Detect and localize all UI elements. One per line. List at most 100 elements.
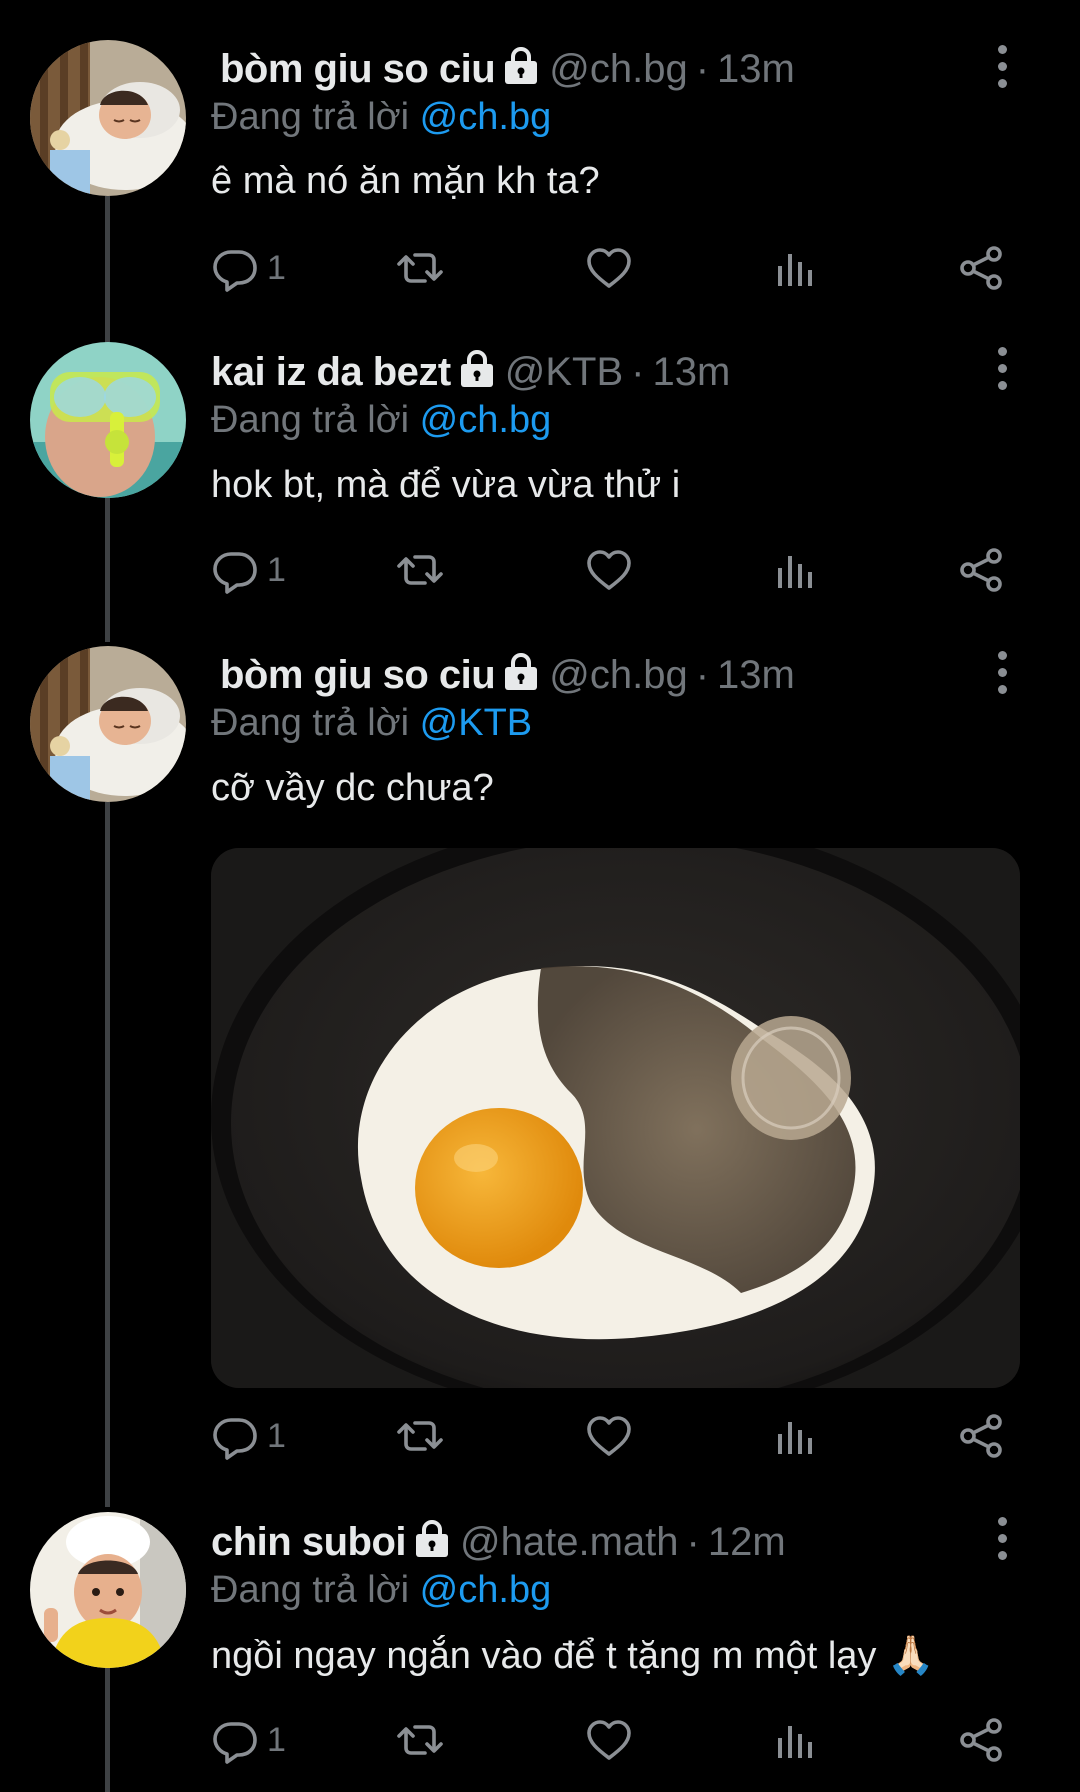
retweet-button[interactable] xyxy=(396,1408,444,1464)
reply-button[interactable]: 1 xyxy=(211,1408,286,1464)
replying-mention[interactable]: @ch.bg xyxy=(420,399,552,441)
views-button[interactable] xyxy=(772,1712,820,1768)
retweet-button[interactable] xyxy=(396,240,444,296)
views-button[interactable] xyxy=(772,1408,820,1464)
share-icon xyxy=(958,1412,1006,1460)
heart-icon xyxy=(585,244,633,292)
retweet-icon xyxy=(396,546,444,594)
views-icon xyxy=(772,1716,820,1764)
share-button[interactable] xyxy=(958,1408,1006,1464)
tweet-header: bòm giu so ciu @ch.bg · 13m xyxy=(211,42,795,98)
views-icon xyxy=(772,546,820,594)
thread-line xyxy=(105,1666,110,1792)
share-button[interactable] xyxy=(958,1712,1006,1768)
action-bar: 1 xyxy=(211,1712,1011,1768)
views-button[interactable] xyxy=(772,542,820,598)
tweet-media-image[interactable] xyxy=(211,848,1020,1388)
more-vertical-icon[interactable] xyxy=(982,340,1022,396)
avatar[interactable] xyxy=(30,40,186,196)
replying-mention[interactable]: @ch.bg xyxy=(420,96,552,138)
share-icon xyxy=(958,244,1006,292)
reply-count: 1 xyxy=(267,1720,286,1759)
lock-icon xyxy=(501,46,541,91)
replying-prefix: Đang trả lời xyxy=(211,702,410,744)
reply-icon xyxy=(211,546,259,594)
display-name[interactable]: chin suboi xyxy=(211,1520,407,1565)
reply-icon xyxy=(211,1412,259,1460)
display-name[interactable]: kai iz da bezt xyxy=(211,350,451,395)
lock-icon xyxy=(412,1519,452,1564)
separator-dot: · xyxy=(695,653,710,697)
reply-button[interactable]: 1 xyxy=(211,542,286,598)
share-icon xyxy=(958,546,1006,594)
more-vertical-icon[interactable] xyxy=(982,1510,1022,1566)
replying-to: Đang trả lời @KTB xyxy=(211,702,532,745)
user-handle[interactable]: @hate.math xyxy=(460,1520,679,1565)
replying-to: Đang trả lời @ch.bg xyxy=(211,96,551,139)
replying-to: Đang trả lời @ch.bg xyxy=(211,1569,551,1612)
reply-icon xyxy=(211,244,259,292)
replying-mention[interactable]: @ch.bg xyxy=(420,1569,552,1611)
retweet-icon xyxy=(396,1412,444,1460)
reply-button[interactable]: 1 xyxy=(211,240,286,296)
like-button[interactable] xyxy=(585,542,633,598)
reply-button[interactable]: 1 xyxy=(211,1712,286,1768)
tweet-text: ngồi ngay ngắn vào để t tặng m một lạy 🙏… xyxy=(211,1635,935,1677)
retweet-icon xyxy=(396,1716,444,1764)
reply-count: 1 xyxy=(267,248,286,287)
action-bar: 1 xyxy=(211,1408,1011,1464)
retweet-button[interactable] xyxy=(396,542,444,598)
lock-icon xyxy=(501,652,541,697)
reply-count: 1 xyxy=(267,550,286,589)
replying-prefix: Đang trả lời xyxy=(211,399,410,441)
more-vertical-icon[interactable] xyxy=(982,644,1022,700)
views-icon xyxy=(772,244,820,292)
reply-icon xyxy=(211,1716,259,1764)
tweet-text: ê mà nó ăn mặn kh ta? xyxy=(211,160,600,202)
display-name[interactable]: bòm giu so ciu xyxy=(220,47,496,92)
like-button[interactable] xyxy=(585,240,633,296)
separator-dot: · xyxy=(686,1520,700,1564)
avatar[interactable] xyxy=(30,1512,186,1668)
fried-egg-photo xyxy=(211,848,1020,1388)
display-name[interactable]: bòm giu so ciu xyxy=(220,653,496,698)
user-handle[interactable]: @ch.bg xyxy=(549,47,687,92)
replying-prefix: Đang trả lời xyxy=(211,96,410,138)
share-button[interactable] xyxy=(958,542,1006,598)
timestamp[interactable]: 13m xyxy=(717,47,795,92)
action-bar: 1 xyxy=(211,542,1011,598)
tweet-header: kai iz da bezt @KTB · 13m xyxy=(211,345,730,401)
thread-line xyxy=(105,802,110,1507)
replying-mention[interactable]: @KTB xyxy=(420,702,532,744)
timestamp[interactable]: 13m xyxy=(717,653,795,698)
retweet-button[interactable] xyxy=(396,1712,444,1768)
like-button[interactable] xyxy=(585,1712,633,1768)
tweet-text: cỡ vầy dc chưa? xyxy=(211,767,494,809)
heart-icon xyxy=(585,1716,633,1764)
share-icon xyxy=(958,1716,1006,1764)
replying-to: Đang trả lời @ch.bg xyxy=(211,399,551,442)
separator-dot: · xyxy=(631,350,645,394)
timestamp[interactable]: 12m xyxy=(708,1520,786,1565)
user-handle[interactable]: @ch.bg xyxy=(549,653,687,698)
replying-prefix: Đang trả lời xyxy=(211,1569,410,1611)
avatar[interactable] xyxy=(30,646,186,802)
tweet-header: bòm giu so ciu @ch.bg · 13m xyxy=(211,648,795,704)
separator-dot: · xyxy=(695,47,710,91)
share-button[interactable] xyxy=(958,240,1006,296)
action-bar: 1 xyxy=(211,240,1011,296)
heart-icon xyxy=(585,1412,633,1460)
avatar[interactable] xyxy=(30,342,186,498)
lock-icon xyxy=(457,349,497,394)
tweet-header: chin suboi @hate.math · 12m xyxy=(211,1515,786,1571)
timestamp[interactable]: 13m xyxy=(652,350,730,395)
tweet-text: hok bt, mà để vừa vừa thử i xyxy=(211,464,681,506)
views-icon xyxy=(772,1412,820,1460)
heart-icon xyxy=(585,546,633,594)
like-button[interactable] xyxy=(585,1408,633,1464)
tweet[interactable]: bòm giu so ciu @ch.bg · 13m Đang trả lời… xyxy=(0,0,1080,300)
user-handle[interactable]: @KTB xyxy=(505,350,623,395)
retweet-icon xyxy=(396,244,444,292)
more-vertical-icon[interactable] xyxy=(982,38,1022,94)
views-button[interactable] xyxy=(772,240,820,296)
